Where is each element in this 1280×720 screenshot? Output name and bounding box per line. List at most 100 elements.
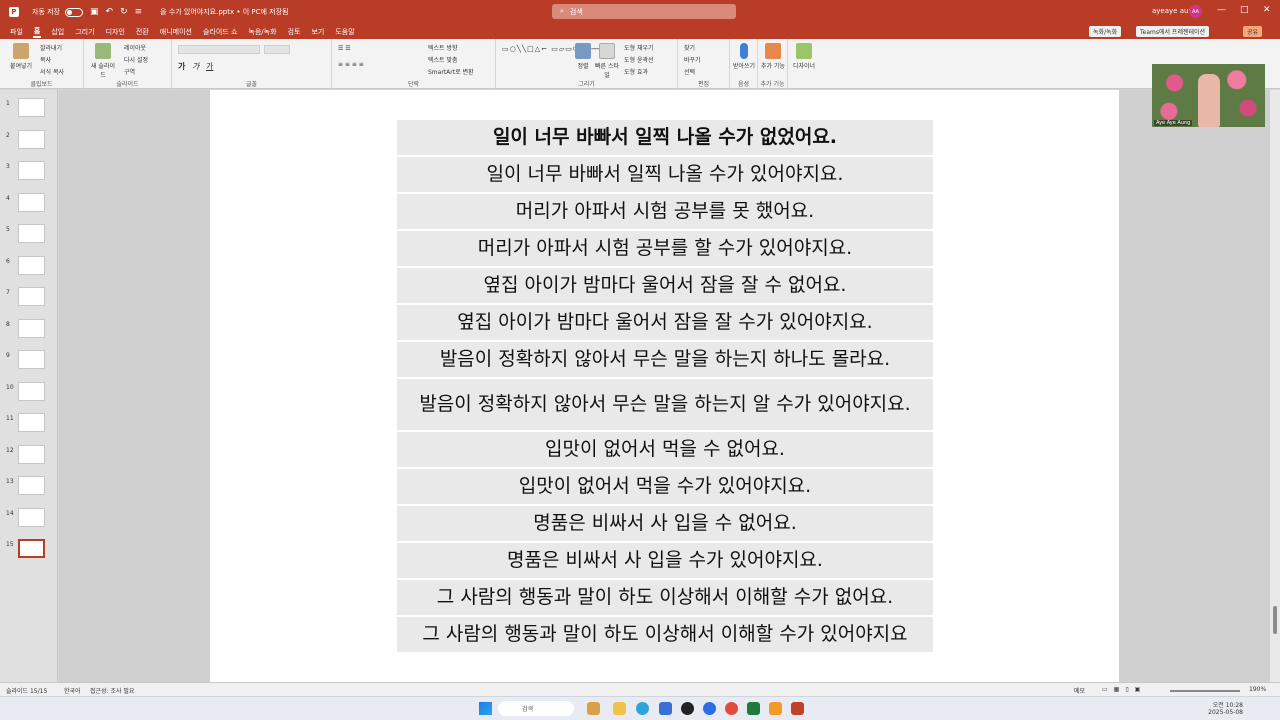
- search-input[interactable]: ⌕ 검색: [552, 4, 736, 19]
- tab-file[interactable]: 파일: [9, 27, 24, 37]
- align-icon[interactable]: ≡ ≡ ≡ ≡: [338, 61, 364, 68]
- excel-icon[interactable]: [747, 702, 760, 715]
- accessibility-indicator[interactable]: 접근성: 조사 필요: [90, 686, 134, 695]
- minimize-icon[interactable]: —: [1217, 5, 1226, 15]
- slide-thumbnail[interactable]: [18, 444, 45, 464]
- slide[interactable]: 일이 너무 바빠서 일찍 나올 수가 없었어요. 일이 너무 바빠서 일찍 나올 …: [210, 90, 1119, 682]
- slide-thumbnail[interactable]: [18, 287, 45, 306]
- avatar[interactable]: AA: [1189, 5, 1202, 18]
- notes-button[interactable]: 메모: [1074, 686, 1085, 695]
- close-icon[interactable]: ✕: [1263, 5, 1271, 15]
- tab-review[interactable]: 검토: [287, 27, 302, 37]
- table-row[interactable]: 명품은 비싸서 사 입을 수가 있어야지요.: [397, 543, 933, 580]
- select-button[interactable]: 선택: [684, 67, 695, 76]
- quick-styles-button[interactable]: 빠른 스타일: [594, 43, 620, 79]
- zoom-level[interactable]: 190%: [1249, 686, 1266, 693]
- save-icon[interactable]: ▣: [90, 7, 99, 17]
- table-row[interactable]: 발음이 정확하지 않아서 무슨 말을 하는지 알 수가 있어야지요.: [397, 379, 933, 432]
- edge-icon[interactable]: [636, 702, 649, 715]
- slide-thumbnail[interactable]: [18, 255, 45, 275]
- italic-icon[interactable]: 가: [192, 61, 199, 72]
- folder-icon[interactable]: [613, 702, 626, 715]
- table-row[interactable]: 명품은 비싸서 사 입을 수 없어요.: [397, 506, 933, 543]
- redo-icon[interactable]: ↻: [120, 7, 128, 17]
- slide-thumbnail[interactable]: [18, 413, 45, 432]
- system-clock[interactable]: 오전 10:28 2025-05-08: [1203, 700, 1243, 716]
- table-row[interactable]: 일이 너무 바빠서 일찍 나올 수가 없었어요.: [397, 120, 933, 157]
- new-slide-button[interactable]: 새 슬라이드: [90, 43, 116, 79]
- teams-present-button[interactable]: Teams에서 프레젠테이션: [1136, 26, 1210, 37]
- text-align-button[interactable]: 텍스트 맞춤: [428, 55, 458, 64]
- tab-view[interactable]: 보기: [310, 27, 325, 37]
- section-button[interactable]: 구역: [124, 67, 135, 76]
- tab-transitions[interactable]: 전환: [135, 27, 150, 37]
- underline-icon[interactable]: 가: [206, 61, 213, 72]
- app-icon[interactable]: [681, 702, 694, 715]
- cut-button[interactable]: 잘라내기: [40, 43, 62, 52]
- replace-button[interactable]: 바꾸기: [684, 55, 701, 64]
- slide-thumbnail[interactable]: [18, 192, 45, 212]
- addins-button[interactable]: 추가 기능: [760, 43, 786, 70]
- tab-help[interactable]: 도움말: [334, 27, 355, 37]
- undo-icon[interactable]: ↶: [106, 7, 114, 17]
- paste-button[interactable]: 붙여넣기: [8, 43, 34, 70]
- copy-button[interactable]: 복사: [40, 55, 51, 64]
- zoom-slider[interactable]: [1170, 690, 1240, 692]
- slide-thumbnail[interactable]: [18, 98, 45, 117]
- app-orange-icon[interactable]: [769, 702, 782, 715]
- bold-icon[interactable]: 가: [178, 61, 185, 72]
- table-row[interactable]: 머리가 아파서 시험 공부를 할 수가 있어야지요.: [397, 231, 933, 268]
- table-row[interactable]: 옆집 아이가 밤마다 울어서 잠을 잘 수 없어요.: [397, 268, 933, 305]
- tab-design[interactable]: 디자인: [105, 27, 126, 37]
- table-row[interactable]: 옆집 아이가 밤마다 울어서 잠을 잘 수가 있어야지요.: [397, 305, 933, 342]
- tab-animations[interactable]: 애니메이션: [159, 27, 193, 37]
- file-explorer-icon[interactable]: [587, 702, 600, 715]
- slide-thumbnail[interactable]: [18, 161, 45, 180]
- find-button[interactable]: 찾기: [684, 43, 695, 52]
- text-direction-button[interactable]: 텍스트 방향: [428, 43, 458, 52]
- tab-insert[interactable]: 삽입: [50, 27, 65, 37]
- maximize-icon[interactable]: □: [1240, 5, 1249, 15]
- table-row[interactable]: 그 사람의 행동과 말이 하도 이상해서 이해할 수가 없어요.: [397, 580, 933, 617]
- view-buttons[interactable]: ▭▦▯▣: [1102, 686, 1146, 693]
- slide-thumbnail[interactable]: [18, 318, 45, 338]
- designer-button[interactable]: 디자이너: [791, 43, 817, 70]
- share-button[interactable]: 공유: [1243, 26, 1263, 37]
- arrange-button[interactable]: 정렬: [570, 43, 596, 70]
- zoom-icon[interactable]: [703, 702, 716, 715]
- tab-record[interactable]: 녹음/녹화: [247, 27, 277, 37]
- reset-button[interactable]: 다시 설정: [124, 55, 148, 64]
- bullets-icon[interactable]: ☰ ☰: [338, 45, 351, 52]
- vertical-scrollbar[interactable]: [1270, 90, 1280, 682]
- table-row[interactable]: 일이 너무 바빠서 일찍 나올 수가 있어야지요.: [397, 157, 933, 194]
- language-indicator[interactable]: 한국어: [64, 686, 81, 695]
- tab-draw[interactable]: 그리기: [74, 27, 95, 37]
- layout-button[interactable]: 레이아웃: [124, 43, 146, 52]
- shape-effects-button[interactable]: 도형 효과: [624, 67, 648, 76]
- slide-thumbnail[interactable]: [18, 129, 45, 149]
- scrollbar-thumb[interactable]: [1273, 606, 1277, 634]
- slide-thumbnail[interactable]: [18, 476, 45, 495]
- slide-thumbnail[interactable]: [18, 539, 45, 558]
- slide-thumbnail[interactable]: [18, 350, 45, 369]
- dictate-button[interactable]: 받아쓰기: [731, 43, 757, 70]
- outlook-icon[interactable]: [659, 702, 672, 715]
- slide-thumbnail[interactable]: [18, 507, 45, 527]
- taskbar-search[interactable]: 검색: [498, 701, 574, 716]
- slide-thumbnail[interactable]: [18, 381, 45, 401]
- table-row[interactable]: 그 사람의 행동과 말이 하도 이상해서 이해할 수가 있어야지요: [397, 617, 933, 654]
- tab-home[interactable]: 홈: [32, 26, 42, 38]
- format-painter-button[interactable]: 서식 복사: [40, 67, 64, 76]
- font-size-select[interactable]: [264, 45, 290, 54]
- tab-slideshow[interactable]: 슬라이드 쇼: [202, 27, 238, 37]
- record-button[interactable]: 녹화/녹화: [1089, 26, 1122, 37]
- table-row[interactable]: 머리가 아파서 시험 공부를 못 했어요.: [397, 194, 933, 231]
- table-row[interactable]: 입맛이 없어서 먹을 수가 있어야지요.: [397, 469, 933, 506]
- teams-video-feed[interactable]: Aye Aye Aung: [1152, 64, 1265, 127]
- font-family-select[interactable]: [178, 45, 260, 54]
- windows-start-icon[interactable]: [479, 702, 492, 715]
- shape-fill-button[interactable]: 도형 채우기: [624, 43, 654, 52]
- chrome-icon[interactable]: [725, 702, 738, 715]
- autosave-toggle[interactable]: [65, 7, 83, 17]
- customize-qat-icon[interactable]: ≡: [135, 7, 143, 17]
